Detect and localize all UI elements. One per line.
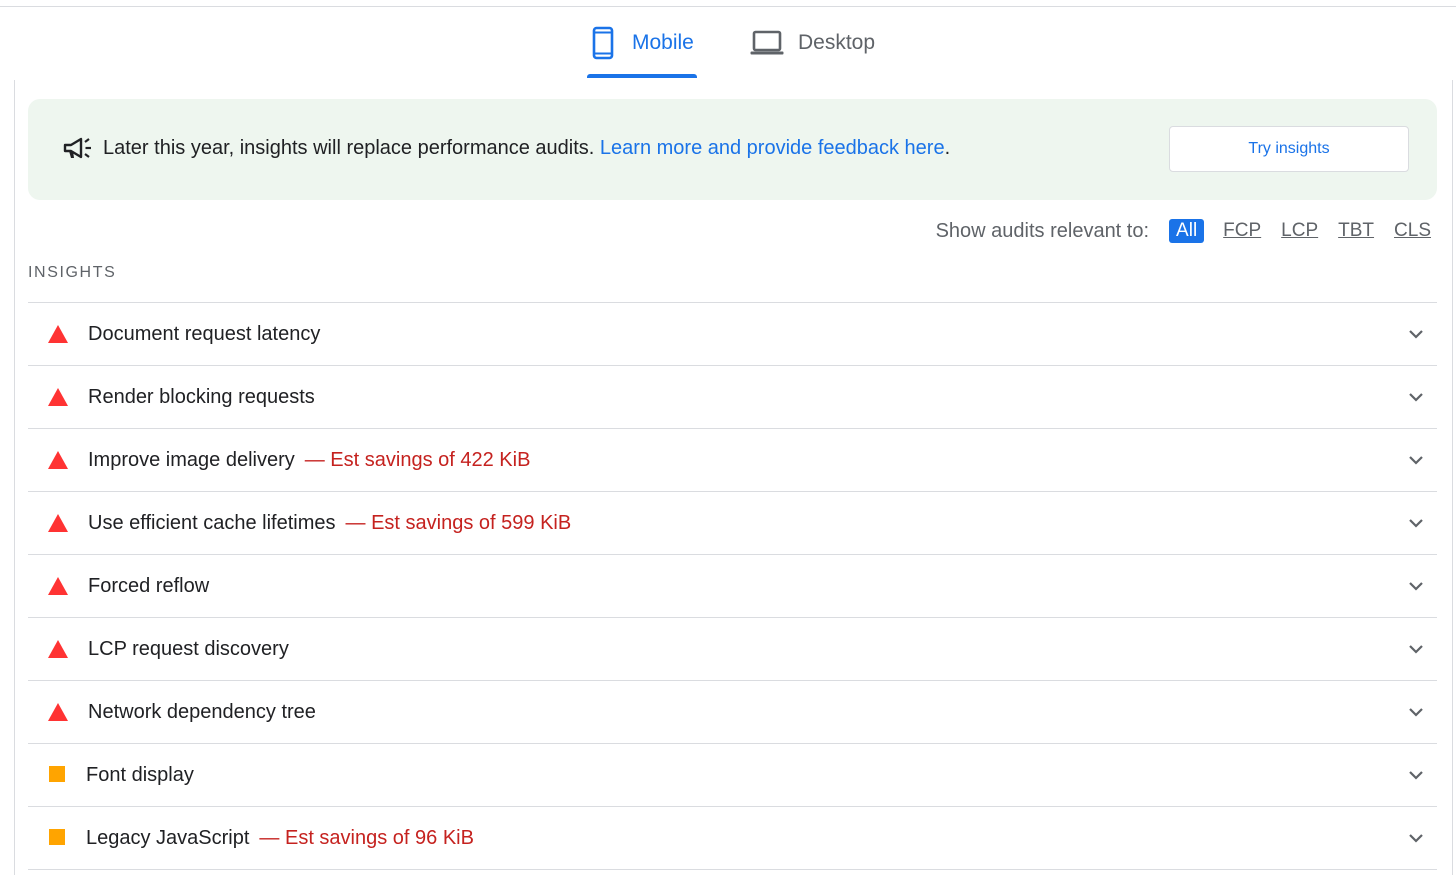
laptop-icon <box>750 20 784 66</box>
insight-savings: — Est savings of 96 KiB <box>259 827 474 849</box>
insight-row-legacy-javascript[interactable]: Legacy JavaScript — Est savings of 96 KiB <box>28 807 1437 870</box>
active-tab-indicator <box>587 74 697 78</box>
tab-mobile[interactable]: Mobile <box>588 20 694 78</box>
filter-chip-all[interactable]: All <box>1169 219 1205 243</box>
banner-message: Later this year, insights will replace p… <box>103 137 595 159</box>
insight-title-text: Render blocking requests <box>88 386 315 408</box>
chevron-down-icon[interactable] <box>1407 829 1425 847</box>
insight-title: Use efficient cache lifetimes — Est savin… <box>88 508 571 538</box>
insight-title-text: LCP request discovery <box>88 638 289 660</box>
chevron-down-icon[interactable] <box>1407 577 1425 595</box>
insight-row-improve-image-delivery[interactable]: Improve image delivery — Est savings of 4… <box>28 429 1437 492</box>
average-square-icon <box>49 829 65 845</box>
insight-title: Improve image delivery — Est savings of 4… <box>88 445 530 475</box>
chevron-down-icon[interactable] <box>1407 388 1425 406</box>
insights-banner: Later this year, insights will replace p… <box>28 99 1437 200</box>
tab-mobile-label: Mobile <box>632 31 694 54</box>
insight-row-font-display[interactable]: Font display <box>28 744 1437 807</box>
fail-triangle-icon <box>48 577 68 595</box>
insight-savings: — Est savings of 422 KiB <box>304 449 531 471</box>
filter-chip-cls[interactable]: CLS <box>1393 220 1432 242</box>
insight-title: Legacy JavaScript — Est savings of 96 KiB <box>86 823 474 853</box>
fail-triangle-icon <box>48 451 68 469</box>
filter-chip-tbt[interactable]: TBT <box>1337 220 1375 242</box>
panel-left-border <box>14 80 15 875</box>
insight-title-text: Improve image delivery <box>88 449 295 471</box>
filter-label: Show audits relevant to: <box>935 219 1150 242</box>
insight-row-document-request-latency[interactable]: Document request latency <box>28 303 1437 366</box>
banner-trailing: . <box>944 137 951 159</box>
learn-more-link[interactable]: Learn more and provide feedback here <box>600 137 945 159</box>
filter-chip-fcp[interactable]: FCP <box>1222 220 1262 242</box>
try-insights-button[interactable]: Try insights <box>1169 126 1409 172</box>
insight-title-text: Forced reflow <box>88 575 210 597</box>
insight-row-lcp-request-discovery[interactable]: LCP request discovery <box>28 618 1437 681</box>
insight-title-text: Document request latency <box>88 323 321 345</box>
tab-desktop[interactable]: Desktop <box>750 20 875 78</box>
chevron-down-icon[interactable] <box>1407 703 1425 721</box>
insight-title: LCP request discovery <box>88 634 289 664</box>
insight-row-render-blocking-requests[interactable]: Render blocking requests <box>28 366 1437 429</box>
insight-title: Render blocking requests <box>88 382 315 412</box>
insight-row-network-dependency-tree[interactable]: Network dependency tree <box>28 681 1437 744</box>
filter-chip-lcp[interactable]: LCP <box>1280 220 1319 242</box>
insight-row-efficient-cache-lifetimes[interactable]: Use efficient cache lifetimes — Est savin… <box>28 492 1437 555</box>
fail-triangle-icon <box>48 640 68 658</box>
fail-triangle-icon <box>48 703 68 721</box>
chevron-down-icon[interactable] <box>1407 451 1425 469</box>
chevron-down-icon[interactable] <box>1407 514 1425 532</box>
chevron-down-icon[interactable] <box>1407 325 1425 343</box>
megaphone-icon <box>62 136 94 162</box>
insight-title-text: Font display <box>86 764 194 786</box>
insight-row-forced-reflow[interactable]: Forced reflow <box>28 555 1437 618</box>
chevron-down-icon[interactable] <box>1407 640 1425 658</box>
fail-triangle-icon <box>48 325 68 343</box>
insight-title: Forced reflow <box>88 571 209 601</box>
insights-heading: INSIGHTS <box>28 264 117 281</box>
insight-title-text: Network dependency tree <box>88 701 316 723</box>
top-divider <box>0 6 1456 7</box>
insight-title: Font display <box>86 760 194 790</box>
banner-text: Later this year, insights will replace p… <box>103 134 950 162</box>
insights-list: Document request latency Render blocking… <box>28 302 1437 870</box>
phone-icon <box>588 20 618 66</box>
chevron-down-icon[interactable] <box>1407 766 1425 784</box>
panel-right-border <box>1452 80 1453 875</box>
insight-title-text: Use efficient cache lifetimes <box>88 512 336 534</box>
insight-title: Document request latency <box>88 319 320 349</box>
tab-desktop-label: Desktop <box>798 31 876 54</box>
audit-filter: Show audits relevant to: All FCP LCP TBT… <box>936 217 1432 245</box>
insight-title-text: Legacy JavaScript <box>86 827 250 849</box>
fail-triangle-icon <box>48 514 68 532</box>
average-square-icon <box>49 766 65 782</box>
insight-title: Network dependency tree <box>88 697 316 727</box>
fail-triangle-icon <box>48 388 68 406</box>
insight-savings: — Est savings of 599 KiB <box>345 512 572 534</box>
